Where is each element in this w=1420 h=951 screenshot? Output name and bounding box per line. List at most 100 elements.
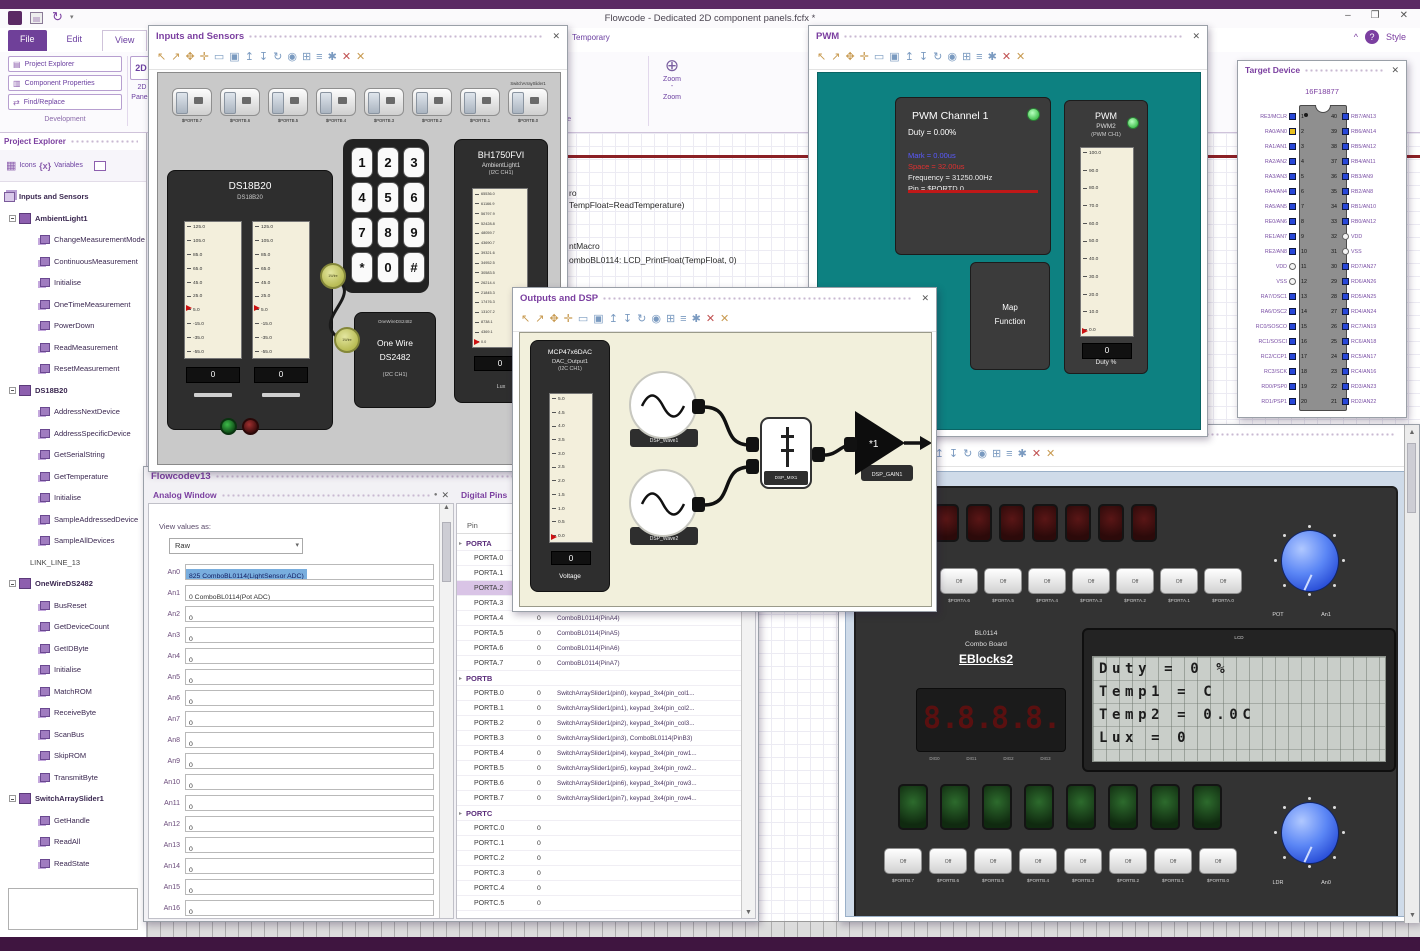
digital-pin-row[interactable]: ▸ PORTC [457,806,743,821]
36[interactable]: 36 RB3/AN9 [1325,169,1405,184]
pin-connector[interactable] [1342,158,1349,165]
tree-item[interactable]: Initialise [0,272,146,294]
analog-value-field[interactable]: 0 [185,606,434,622]
close-icon[interactable]: ✕ [552,31,560,42]
center-icon[interactable]: ◉ [287,52,297,63]
variables-tab-label[interactable]: Variables [54,162,83,169]
tree-item[interactable]: GetTemperature [0,466,146,488]
29[interactable]: 29 RD6/AN26 [1325,274,1405,289]
icons-tab-label[interactable]: Icons [19,162,36,169]
list-icon[interactable]: ≡ [976,52,982,63]
tree-item[interactable]: OneTimeMeasurement [0,294,146,316]
toggle-switch[interactable]: Off $PORTA.1 [1160,568,1198,603]
digital-pin-row[interactable]: ▸ PORTA.7 0 ComboBL0114(PinA7) [457,656,743,671]
tree-item[interactable]: Initialise [0,487,146,509]
ribbon-tab[interactable]: File [8,30,47,51]
scroll-up-icon[interactable]: ▲ [440,504,453,511]
pin-connector[interactable] [1289,383,1296,390]
digital-pin-row[interactable]: ▸ PORTB.2 0 SwitchArraySlider1(pin2), ke… [457,716,743,731]
tree-item[interactable]: BusReset [0,595,146,617]
analog-value-field[interactable]: 0 [185,753,434,769]
pin-connector[interactable] [1342,383,1349,390]
analog-value-field[interactable]: 0 [185,711,434,727]
tree-item[interactable]: AddressNextDevice [0,401,146,423]
pin-connector[interactable] [1342,128,1349,135]
pin-connector[interactable] [1289,173,1296,180]
rotate-icon[interactable]: ↻ [637,314,646,325]
ribbon-tab[interactable]: Edit [55,30,95,51]
clear-icon[interactable]: ✕ [1046,449,1055,460]
slide-switch[interactable]: $PORTB.4 [312,81,360,123]
40[interactable]: 40 RB7/AN13 [1325,109,1405,124]
view-mode-dropdown[interactable]: Raw ▾ [169,538,303,554]
switch-body[interactable] [412,88,452,116]
pin-connector[interactable] [1289,338,1296,345]
window-title-dots[interactable] [248,33,545,39]
tree-item[interactable]: GetSerialString [0,444,146,466]
tree-item[interactable]: ReadMeasurement [0,337,146,359]
project-explorer-button[interactable]: ▤ Project Explorer [8,56,122,72]
window-title-dots[interactable] [843,33,1185,39]
pin-connector[interactable] [1342,218,1349,225]
add-icon[interactable]: ⊞ [302,52,311,63]
tree-item[interactable]: ReadAll [0,831,146,853]
pin-connector[interactable] [1289,143,1296,150]
switch-body[interactable] [316,88,356,116]
pan-icon[interactable]: ✛ [860,52,869,63]
pin-connector[interactable] [1289,188,1296,195]
pin-connector[interactable] [1289,278,1296,285]
lower-icon[interactable]: ↧ [623,314,632,325]
pin-connector[interactable] [1342,353,1349,360]
close-icon[interactable]: ✕ [1391,65,1399,76]
onewire-plug-2[interactable]: 1Wire [334,327,360,353]
toggle-switch[interactable]: Off $PORTB.7 [884,848,922,883]
group-expand-icon[interactable]: ▸ [457,810,464,817]
slide-switch[interactable]: $PORTB.1 [456,81,504,123]
30[interactable]: 30 RD7/AN27 [1325,259,1405,274]
toggle-switch[interactable]: Off $PORTA.0 [1204,568,1242,603]
keypad-key[interactable]: 9 [403,217,425,248]
status-led-green[interactable] [220,418,237,435]
pin-connector[interactable] [1289,308,1296,315]
toggle-switch[interactable]: Off $PORTB.2 [1109,848,1147,883]
slide-switch[interactable]: SwitchArraySlider1 $PORTB.0 [504,81,552,123]
slide-switch[interactable]: $PORTB.6 [216,81,264,123]
center-icon[interactable]: ◉ [947,52,957,63]
rotate-icon[interactable]: ↻ [963,449,972,460]
panel-tab-icon[interactable] [93,160,106,171]
analog-scrollbar[interactable]: ▲ [439,504,453,918]
switch-state[interactable]: Off [1160,568,1198,594]
lower-icon[interactable]: ↧ [259,52,268,63]
raise-icon[interactable]: ↥ [609,314,618,325]
settings-icon[interactable]: ✱ [692,314,701,325]
list-icon[interactable]: ≡ [316,52,322,63]
pin-connector[interactable] [1342,113,1349,120]
pin-connector[interactable] [1289,128,1296,135]
pin-connector[interactable] [1342,263,1349,270]
pin-connector[interactable] [1342,203,1349,210]
switch-body[interactable] [364,88,404,116]
snap-icon[interactable]: ▣ [229,52,239,63]
pin-connector[interactable] [1342,338,1349,345]
pin-connector[interactable] [1289,353,1296,360]
pan-icon[interactable]: ✛ [564,314,573,325]
expander-icon[interactable] [9,795,16,803]
region-icon[interactable]: ▭ [214,52,224,63]
toggle-switch[interactable]: Off $PORTA.3 [1072,568,1110,603]
digital-pin-row[interactable]: ▸ PORTB.0 0 SwitchArraySlider1(pin0), ke… [457,686,743,701]
select-alt-icon[interactable]: ↗ [171,52,180,63]
digital-pin-row[interactable]: ▸ PORTB [457,671,743,686]
tree-item[interactable]: GetIDByte [0,638,146,660]
raise-icon[interactable]: ↥ [245,52,254,63]
38[interactable]: 38 RB5/AN12 [1325,139,1405,154]
close-icon[interactable]: ✕ [1192,31,1200,42]
analog-value-field[interactable]: 0 [185,795,434,811]
analog-value-field[interactable]: 0 [185,690,434,706]
analog-value-field[interactable]: 0 [185,879,434,895]
tree-item[interactable]: AddressSpecificDevice [0,423,146,445]
temperature-scale-2[interactable]: 125.0 105.0 85.0 65.0 45.0 25.0 5.0 -15.0 -35.0 -… [252,221,310,359]
toggle-switch[interactable]: Off $PORTB.1 [1154,848,1192,883]
tree-item[interactable]: SampleAddressedDevice [0,509,146,531]
pin-connector[interactable] [1342,323,1349,330]
tree-item[interactable]: ReceiveByte [0,702,146,724]
